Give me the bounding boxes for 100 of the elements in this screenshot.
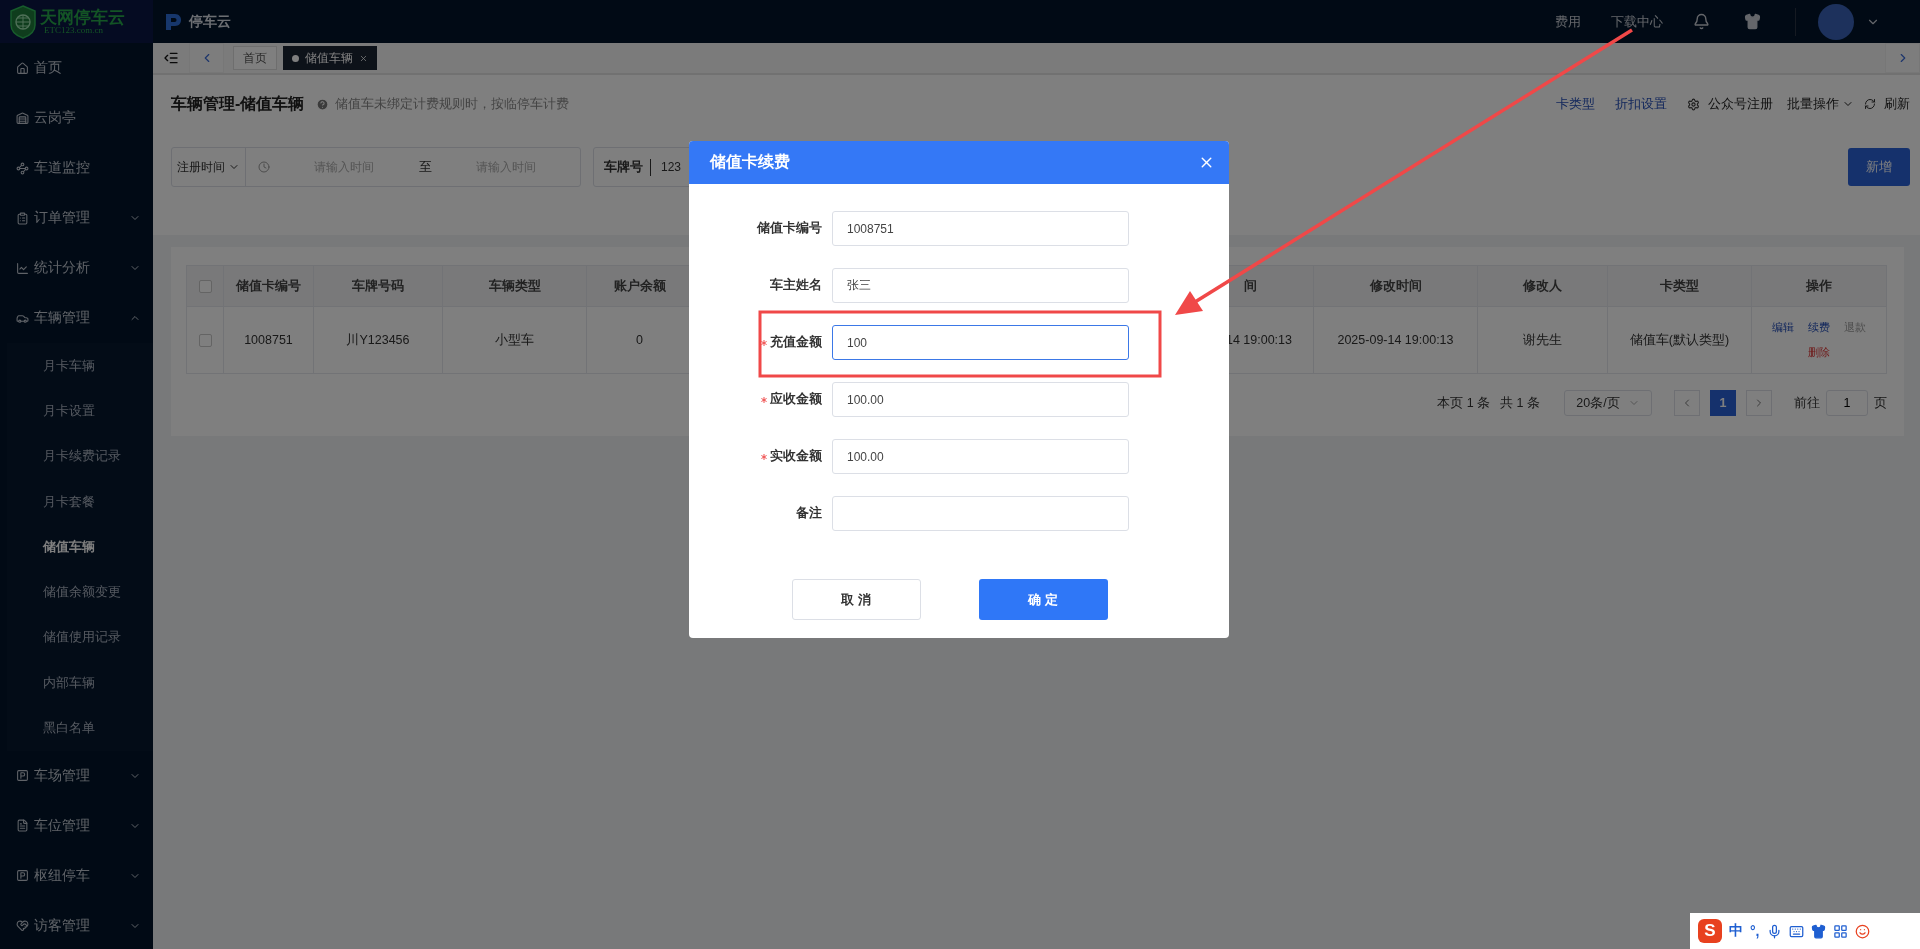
- select-all-checkbox[interactable]: [198, 279, 212, 293]
- ime-punctuation[interactable]: °,: [1750, 923, 1760, 939]
- column-header: 卡类型: [1660, 277, 1699, 295]
- input-field[interactable]: 张三: [832, 268, 1129, 303]
- input-field[interactable]: 100.00: [832, 382, 1129, 417]
- field-label: 储值卡编号: [757, 220, 822, 237]
- column-header: 操作: [1806, 277, 1832, 295]
- page-title: 车辆管理-储值车辆: [171, 93, 305, 114]
- input-field[interactable]: 100: [832, 325, 1129, 360]
- p-logo-icon: [163, 11, 183, 32]
- chart-icon: [16, 261, 29, 275]
- page-size-select[interactable]: 20条/页: [1564, 390, 1652, 416]
- submenu-item[interactable]: 月卡续费记录: [7, 433, 153, 479]
- notification-bell-icon[interactable]: [1693, 13, 1710, 30]
- row-action-link[interactable]: 删除: [1808, 345, 1830, 360]
- clipboard-icon: [16, 211, 29, 225]
- page-tab[interactable]: 首页: [233, 46, 277, 70]
- table-cell: 川Y123456: [346, 331, 410, 349]
- header-link[interactable]: 卡类型: [1556, 95, 1595, 113]
- top-nav-link[interactable]: 下载中心: [1611, 12, 1663, 31]
- confirm-button[interactable]: 确 定: [978, 579, 1108, 620]
- smiley-icon[interactable]: [1854, 923, 1870, 939]
- column-header: 储值卡编号: [236, 277, 301, 295]
- row-action-link[interactable]: 编辑: [1772, 320, 1794, 335]
- table-cell: 1008751: [244, 333, 293, 347]
- grid-icon[interactable]: [1832, 923, 1848, 939]
- add-button[interactable]: 新增: [1848, 148, 1910, 186]
- field-label: 实收金额: [770, 448, 822, 465]
- submenu-item[interactable]: 储值车辆: [7, 524, 153, 570]
- submenu-item[interactable]: 月卡车辆: [7, 343, 153, 389]
- total-count: 共 1 条: [1500, 394, 1540, 412]
- table-cell: 谢先生: [1523, 331, 1562, 349]
- header-link[interactable]: 折扣设置: [1615, 95, 1667, 113]
- document-icon: [16, 819, 29, 833]
- cancel-button[interactable]: 取 消: [791, 579, 921, 620]
- logo-subtitle: ETC123.com.cn: [44, 25, 103, 35]
- ime-logo[interactable]: S: [1698, 919, 1722, 943]
- sidebar-item[interactable]: 车道监控: [0, 143, 153, 193]
- sidebar-item[interactable]: 云岗亭: [0, 93, 153, 143]
- submenu-item[interactable]: 月卡设置: [7, 388, 153, 434]
- field-label: 应收金额: [770, 391, 822, 408]
- settings-icon: [1687, 97, 1700, 111]
- sidebar-item[interactable]: 车位管理: [0, 800, 153, 851]
- goto-page-input[interactable]: 1: [1826, 390, 1868, 416]
- keyboard-icon[interactable]: [1788, 923, 1804, 939]
- sidebar-item[interactable]: 车辆管理: [0, 293, 153, 343]
- app-name: 停车云: [189, 12, 231, 31]
- row-checkbox[interactable]: [198, 333, 212, 347]
- column-header: 修改时间: [1369, 277, 1422, 295]
- sidebar-item[interactable]: 首页: [0, 43, 153, 93]
- sidebar-item[interactable]: 访客管理: [0, 900, 153, 949]
- dot-icon: [292, 54, 299, 62]
- field-label: 充值金额: [770, 334, 822, 351]
- microphone-icon[interactable]: [1766, 923, 1782, 939]
- column-header: 修改人: [1523, 277, 1562, 295]
- sidebar-item[interactable]: 订单管理: [0, 193, 153, 243]
- submenu-item[interactable]: 储值使用记录: [7, 614, 153, 661]
- sidebar-item[interactable]: 枢纽停车: [0, 850, 153, 901]
- column-header: 车牌号码: [352, 277, 404, 295]
- shield-globe-icon: [10, 4, 36, 39]
- table-cell: 0: [636, 333, 643, 347]
- date-type-select[interactable]: 注册时间: [172, 148, 246, 186]
- input-field[interactable]: 100.00: [832, 439, 1129, 474]
- page-number[interactable]: 1: [1710, 390, 1736, 416]
- submenu-item[interactable]: 储值余额变更: [7, 569, 153, 615]
- refresh-icon: [1864, 98, 1876, 110]
- parking-icon: [16, 769, 29, 783]
- clock-icon: [258, 161, 270, 173]
- column-header: 账户余额: [613, 277, 666, 295]
- column-header: 间: [1244, 277, 1257, 295]
- sidebar-item[interactable]: 统计分析: [0, 243, 153, 293]
- submenu-item[interactable]: 内部车辆: [7, 660, 153, 706]
- help-icon: [316, 97, 330, 111]
- house-icon: [16, 61, 29, 75]
- input-field[interactable]: 1008751: [832, 211, 1129, 246]
- shirt-icon[interactable]: [1810, 923, 1826, 939]
- page-info: 本页 1 条: [1437, 394, 1491, 412]
- submenu-item[interactable]: 黑白名单: [7, 705, 153, 751]
- field-label: 车主姓名: [770, 277, 822, 294]
- nodes-icon: [16, 161, 29, 175]
- header-link[interactable]: 公众号注册: [1708, 95, 1773, 113]
- dropdown-button[interactable]: 批量操作: [1787, 95, 1854, 113]
- ime-language[interactable]: 中: [1729, 922, 1743, 940]
- table-cell: 储值车(默认类型): [1629, 331, 1730, 349]
- row-action-link[interactable]: 续费: [1808, 320, 1830, 335]
- input-field[interactable]: [832, 496, 1129, 531]
- top-nav-link[interactable]: 费用: [1555, 12, 1581, 31]
- column-header: 车辆类型: [488, 277, 541, 295]
- page-tab[interactable]: 储值车辆: [283, 46, 377, 70]
- parking-icon: [16, 869, 29, 883]
- submenu-item[interactable]: 月卡套餐: [7, 478, 153, 525]
- close-icon[interactable]: [359, 53, 368, 63]
- table-cell: 2025-09-14 19:00:13: [1337, 333, 1454, 347]
- sidebar-item[interactable]: 车场管理: [0, 750, 153, 801]
- logo-title: 天网停车云: [40, 8, 125, 26]
- building-icon: [16, 111, 29, 125]
- goto-label: 前往: [1794, 394, 1820, 412]
- table-cell: 小型车: [495, 331, 534, 349]
- goto-suffix: 页: [1874, 394, 1887, 412]
- refresh-button[interactable]: 刷新: [1884, 95, 1910, 113]
